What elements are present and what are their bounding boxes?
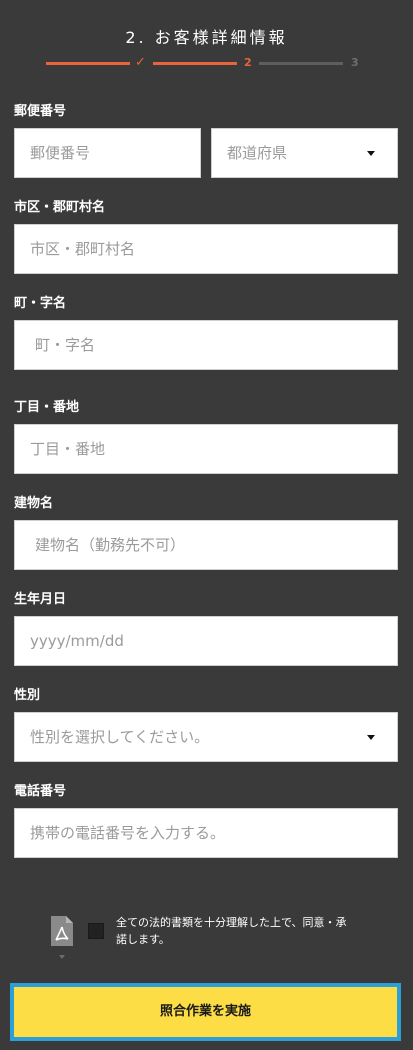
- city-label: 市区・郡町村名: [14, 200, 106, 215]
- town-label: 町・字名: [14, 296, 67, 311]
- building-input[interactable]: 建物名（勤務先不可）: [14, 520, 398, 570]
- phone-placeholder: 携帯の電話番号を入力する。: [30, 824, 226, 842]
- submit-button[interactable]: 照合作業を実施: [10, 983, 401, 1041]
- step-1-check-icon: ✓: [135, 55, 146, 70]
- block-placeholder: 丁目・番地: [30, 440, 106, 458]
- consent-checkbox[interactable]: [88, 923, 104, 939]
- block-input[interactable]: 丁目・番地: [14, 424, 398, 474]
- progress-stepper: ✓ 2 3: [46, 55, 366, 72]
- city-input[interactable]: 市区・郡町村名: [14, 224, 398, 274]
- birthdate-label: 生年月日: [14, 592, 67, 607]
- postal-code-placeholder: 郵便番号: [30, 144, 91, 162]
- chevron-down-icon: [367, 151, 375, 156]
- town-input[interactable]: 町・字名: [14, 320, 398, 370]
- gender-label: 性別: [14, 688, 41, 703]
- gender-select[interactable]: 性別を選択してください。: [14, 712, 398, 762]
- city-placeholder: 市区・郡町村名: [30, 240, 136, 258]
- step-connector-2: [153, 62, 237, 65]
- postal-code-input[interactable]: 郵便番号: [14, 128, 201, 178]
- phone-input[interactable]: 携帯の電話番号を入力する。: [14, 808, 398, 858]
- town-placeholder: 町・字名: [35, 336, 96, 354]
- consent-text: 全ての法的書類を十分理解した上で、同意・承諾します。: [116, 916, 347, 946]
- chevron-down-icon: [367, 735, 375, 740]
- birthdate-input[interactable]: yyyy/mm/dd: [14, 616, 398, 666]
- prefecture-placeholder: 都道府県: [227, 144, 288, 162]
- consent-row: 全ての法的書類を十分理解した上で、同意・承諾します。: [0, 912, 413, 972]
- postal-code-label: 郵便番号: [14, 104, 67, 119]
- pdf-document-icon[interactable]: [50, 914, 74, 962]
- building-placeholder: 建物名（勤務先不可）: [35, 536, 186, 554]
- block-label: 丁目・番地: [14, 400, 80, 415]
- step-connector-1: [46, 62, 130, 65]
- step-3-indicator: 3: [351, 56, 359, 69]
- page-title: 2. お客様詳細情報: [125, 28, 288, 47]
- phone-label: 電話番号: [14, 784, 67, 799]
- prefecture-select[interactable]: 都道府県: [211, 128, 398, 178]
- birthdate-placeholder: yyyy/mm/dd: [30, 632, 124, 650]
- building-label: 建物名: [14, 496, 54, 511]
- gender-placeholder: 性別を選択してください。: [30, 728, 210, 746]
- step-2-indicator: 2: [244, 56, 252, 69]
- step-connector-3: [259, 62, 343, 65]
